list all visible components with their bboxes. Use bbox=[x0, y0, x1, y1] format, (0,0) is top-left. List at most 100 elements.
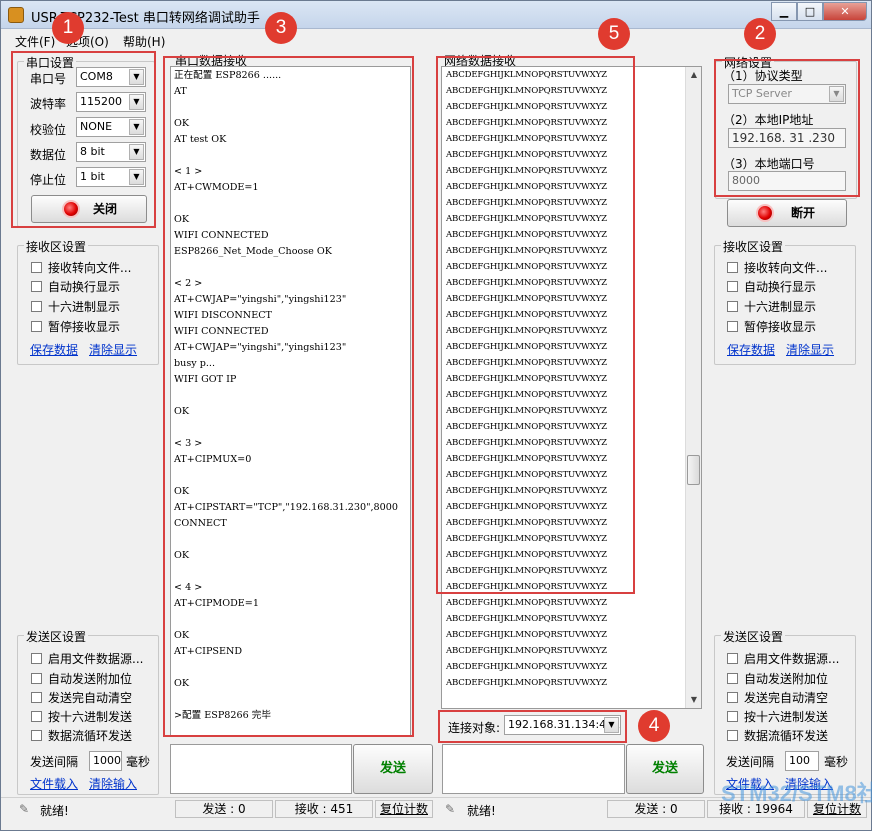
left-pause-display-checkbox[interactable]: 暂停接收显示 bbox=[31, 318, 120, 335]
minimize-button[interactable]: ▁ bbox=[771, 2, 797, 21]
serial-receive-line: >配置 ESP8266 完毕 bbox=[174, 710, 271, 721]
network-send-input[interactable] bbox=[442, 744, 625, 794]
checkbox-label: 自动发送附加位 bbox=[48, 672, 133, 686]
menu-file[interactable]: 文件(F) bbox=[15, 33, 55, 50]
port-select[interactable]: COM8 ▼ bbox=[76, 67, 146, 87]
scroll-thumb[interactable] bbox=[687, 455, 700, 485]
right-hex-display-checkbox[interactable]: 十六进制显示 bbox=[727, 298, 816, 315]
status-left-reset-button[interactable]: 复位计数 bbox=[375, 800, 433, 818]
status-left-icon: ✎ bbox=[19, 802, 30, 816]
serial-receive-line bbox=[174, 468, 410, 484]
network-receive-line: ABCDEFGHIJKLMNOPQRSTUVWXYZ bbox=[446, 502, 607, 512]
serial-receive-line: AT test OK bbox=[174, 134, 227, 145]
checkbox-icon bbox=[31, 321, 42, 332]
port-value: COM8 bbox=[80, 70, 113, 83]
serial-receive-line: AT+CIPMUX=0 bbox=[174, 454, 252, 465]
left-file-source-checkbox[interactable]: 启用文件数据源... bbox=[31, 650, 143, 667]
maximize-button[interactable]: □ bbox=[797, 2, 823, 21]
network-receive-line: ABCDEFGHIJKLMNOPQRSTUVWXYZ bbox=[446, 486, 607, 496]
right-file-source-checkbox[interactable]: 启用文件数据源... bbox=[727, 650, 839, 667]
serial-receive-area[interactable]: 正在配置 ESP8266 ...... AT OK AT test OK < 1 >… bbox=[170, 66, 411, 736]
right-hex-send-checkbox[interactable]: 按十六进制发送 bbox=[727, 708, 828, 725]
checkbox-label: 按十六进制发送 bbox=[48, 710, 133, 724]
serial-receive-line: < 2 > bbox=[174, 278, 203, 289]
status-left-send-count: 发送 : 0 bbox=[175, 800, 273, 818]
serial-receive-lines: 正在配置 ESP8266 ...... AT OK AT test OK < 1 >… bbox=[171, 67, 410, 724]
serial-receive-line: OK bbox=[174, 214, 190, 225]
serial-receive-line bbox=[174, 532, 410, 548]
right-interval-input[interactable]: 100 bbox=[785, 751, 819, 771]
serial-send-button[interactable]: 发送 bbox=[353, 744, 433, 794]
right-save-data-link[interactable]: 保存数据 bbox=[727, 341, 775, 358]
network-receive-scrollbar[interactable]: ▲ ▼ bbox=[685, 67, 701, 708]
databits-select[interactable]: 8 bit ▼ bbox=[76, 142, 146, 162]
chevron-down-icon: ▼ bbox=[604, 717, 619, 733]
baud-value: 115200 bbox=[80, 95, 122, 108]
serial-receive-line bbox=[174, 660, 410, 676]
network-send-button[interactable]: 发送 bbox=[626, 744, 704, 794]
left-hex-send-checkbox[interactable]: 按十六进制发送 bbox=[31, 708, 132, 725]
left-save-data-link[interactable]: 保存数据 bbox=[30, 341, 78, 358]
checkbox-icon bbox=[31, 301, 42, 312]
protocol-value: TCP Server bbox=[732, 87, 792, 100]
chevron-down-icon: ▼ bbox=[129, 69, 144, 85]
serial-receive-line: < 3 > bbox=[174, 438, 203, 449]
network-receive-line: ABCDEFGHIJKLMNOPQRSTUVWXYZ bbox=[446, 454, 607, 464]
left-interval-input[interactable]: 1000 bbox=[89, 751, 122, 771]
serial-receive-line bbox=[174, 612, 410, 628]
disconnect-button[interactable]: 断开 bbox=[727, 199, 847, 227]
app-window: USR-TCP232-Test 串口转网络调试助手 ▁ □ ✕ 文件(F) 选项… bbox=[0, 0, 872, 831]
serial-receive-line bbox=[174, 420, 410, 436]
serial-receive-line bbox=[174, 388, 410, 404]
status-led-icon bbox=[64, 202, 78, 216]
close-window-button[interactable]: ✕ bbox=[823, 2, 867, 21]
scroll-down-icon[interactable]: ▼ bbox=[686, 692, 701, 708]
network-receive-area[interactable]: ABCDEFGHIJKLMNOPQRSTUVWXYZ ABCDEFGHIJKLMN… bbox=[441, 66, 702, 709]
left-loop-send-checkbox[interactable]: 数据流循环发送 bbox=[31, 727, 132, 744]
checkbox-label: 启用文件数据源... bbox=[48, 652, 144, 666]
databits-value: 8 bit bbox=[80, 145, 105, 158]
baud-select[interactable]: 115200 ▼ bbox=[76, 92, 146, 112]
network-receive-line: ABCDEFGHIJKLMNOPQRSTUVWXYZ bbox=[446, 198, 607, 208]
chevron-down-icon: ▼ bbox=[129, 119, 144, 135]
stopbits-label: 停止位 bbox=[30, 173, 67, 187]
serial-receive-line: AT+CIPSTART="TCP","192.168.31.230",8000 bbox=[174, 502, 398, 513]
right-receive-settings-title: 接收区设置 bbox=[721, 238, 786, 255]
network-receive-line: ABCDEFGHIJKLMNOPQRSTUVWXYZ bbox=[446, 214, 607, 224]
left-auto-append-checkbox[interactable]: 自动发送附加位 bbox=[31, 670, 132, 687]
right-auto-wrap-checkbox[interactable]: 自动换行显示 bbox=[727, 278, 816, 295]
left-clear-input-link[interactable]: 清除输入 bbox=[89, 775, 137, 792]
serial-receive-line: OK bbox=[174, 550, 190, 561]
network-receive-line: ABCDEFGHIJKLMNOPQRSTUVWXYZ bbox=[446, 406, 607, 416]
target-select[interactable]: 192.168.31.134:481 ▼ bbox=[504, 715, 621, 735]
scroll-up-icon[interactable]: ▲ bbox=[686, 67, 701, 83]
left-auto-clear-checkbox[interactable]: 发送完自动清空 bbox=[31, 689, 132, 706]
right-auto-clear-checkbox[interactable]: 发送完自动清空 bbox=[727, 689, 828, 706]
checkbox-icon bbox=[31, 711, 42, 722]
checkbox-icon bbox=[727, 653, 738, 664]
protocol-select[interactable]: TCP Server ▼ bbox=[728, 84, 846, 104]
status-left-recv-count: 接收 : 451 bbox=[275, 800, 373, 818]
local-ip-label: （2）本地IP地址 bbox=[723, 113, 814, 127]
left-interval-unit: 毫秒 bbox=[126, 755, 151, 769]
local-ip-input[interactable]: 192.168. 31 .230 bbox=[728, 128, 846, 148]
menu-help[interactable]: 帮助(H) bbox=[123, 33, 165, 50]
local-port-input[interactable]: 8000 bbox=[728, 171, 846, 191]
right-auto-append-checkbox[interactable]: 自动发送附加位 bbox=[727, 670, 828, 687]
left-auto-wrap-checkbox[interactable]: 自动换行显示 bbox=[31, 278, 120, 295]
right-pause-display-checkbox[interactable]: 暂停接收显示 bbox=[727, 318, 816, 335]
serial-send-input[interactable] bbox=[170, 744, 352, 794]
menu-bar: 文件(F) 选项(O) 帮助(H) bbox=[1, 30, 871, 50]
left-recv-to-file-checkbox[interactable]: 接收转向文件... bbox=[31, 259, 131, 276]
left-hex-display-checkbox[interactable]: 十六进制显示 bbox=[31, 298, 120, 315]
stopbits-select[interactable]: 1 bit ▼ bbox=[76, 167, 146, 187]
port-label: 串口号 bbox=[30, 72, 67, 86]
left-clear-display-link[interactable]: 清除显示 bbox=[89, 341, 137, 358]
parity-select[interactable]: NONE ▼ bbox=[76, 117, 146, 137]
close-port-button[interactable]: 关闭 bbox=[31, 195, 147, 223]
right-recv-to-file-checkbox[interactable]: 接收转向文件... bbox=[727, 259, 827, 276]
left-file-load-link[interactable]: 文件载入 bbox=[30, 775, 78, 792]
right-clear-display-link[interactable]: 清除显示 bbox=[786, 341, 834, 358]
checkbox-label: 数据流循环发送 bbox=[48, 729, 133, 743]
right-loop-send-checkbox[interactable]: 数据流循环发送 bbox=[727, 727, 828, 744]
